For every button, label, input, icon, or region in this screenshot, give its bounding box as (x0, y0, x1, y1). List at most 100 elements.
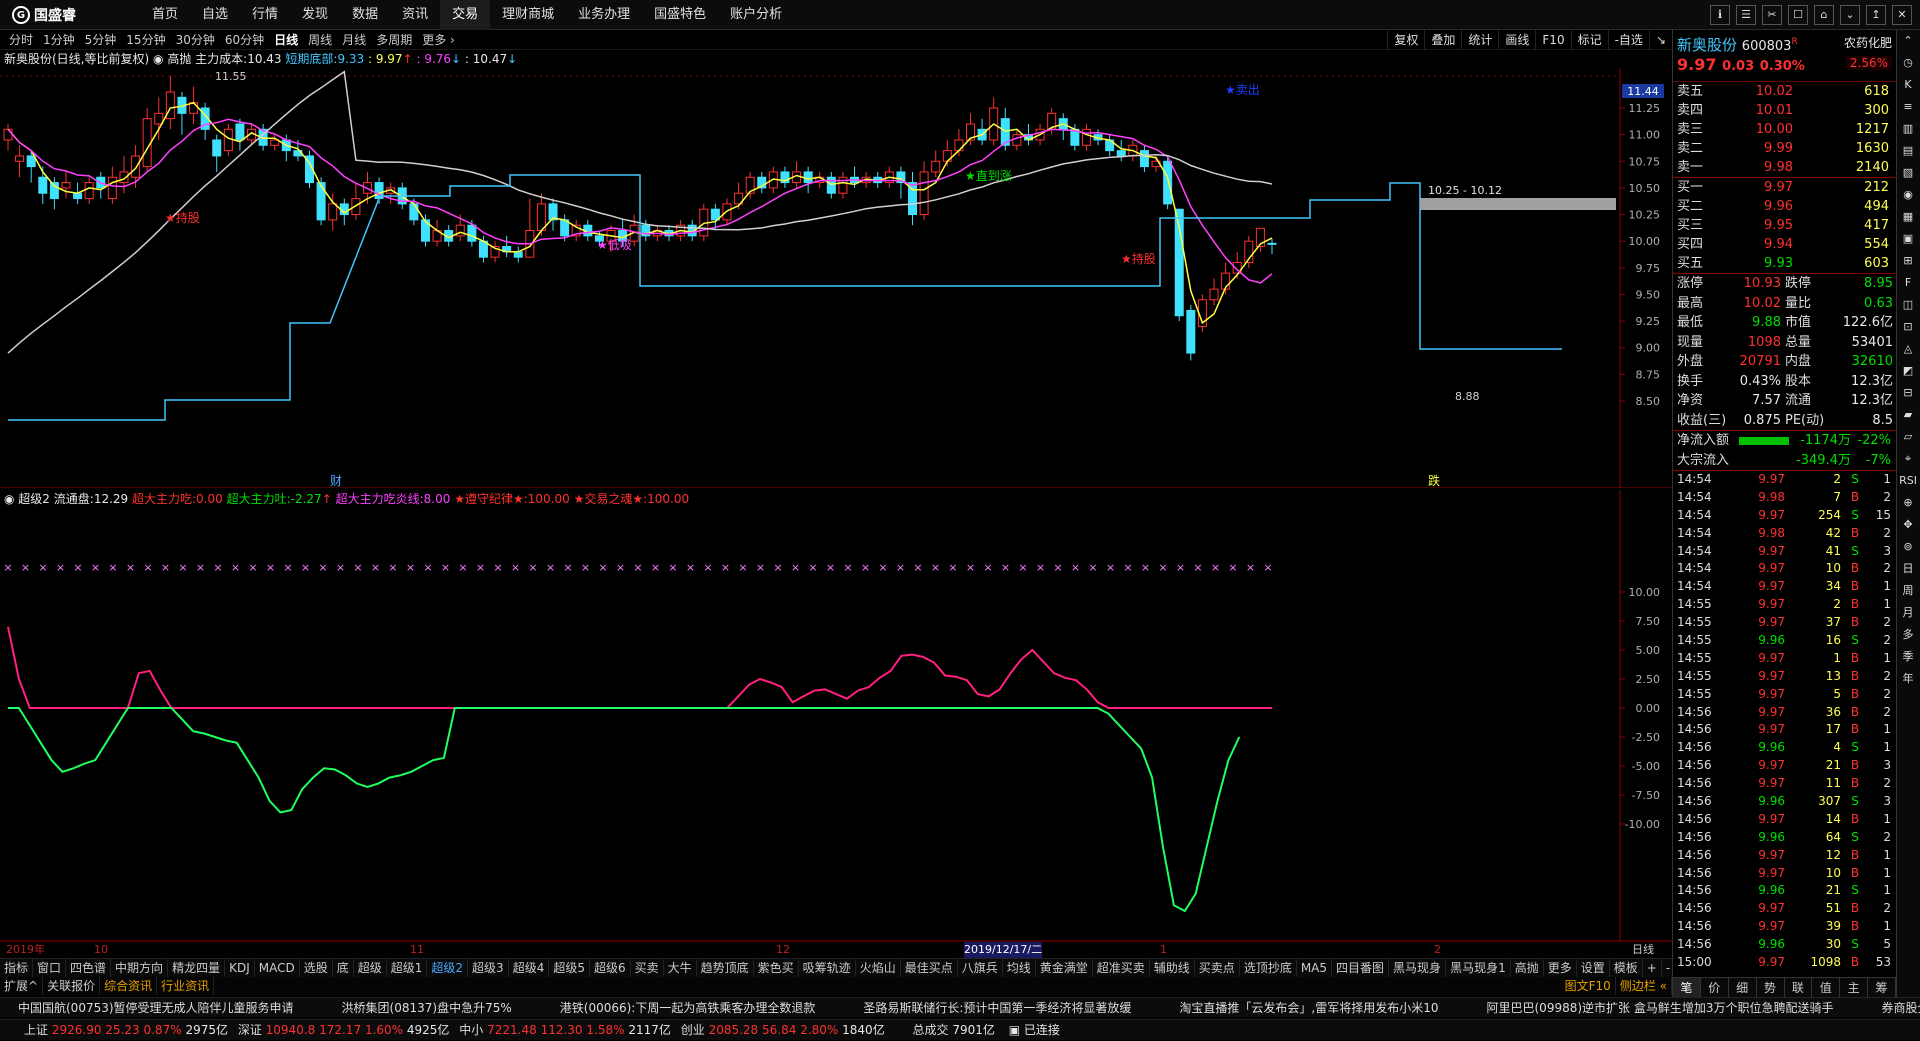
indicator-tab[interactable]: 趋势顶底 (697, 959, 754, 977)
indicator-tab[interactable]: 四色谱 (66, 959, 111, 977)
panel-tab[interactable]: 联 (1785, 978, 1813, 997)
window-button-icon[interactable]: ☐ (1788, 5, 1808, 25)
news-item[interactable]: 港铁(00066):下周一起为高铁乘客办理全数退款 (560, 1001, 816, 1015)
menu-item[interactable]: 理财商城 (490, 0, 566, 30)
finance-marker[interactable]: 财 (330, 474, 342, 488)
template-button[interactable]: + (1643, 959, 1662, 977)
period-tab[interactable]: 15分钟 (121, 32, 170, 48)
side-toggle-button[interactable]: 图文F10 (1561, 977, 1616, 995)
period-tab[interactable]: 更多 › (417, 32, 460, 48)
menu-item[interactable]: 交易 (440, 0, 490, 30)
index-sz-label[interactable]: 深证 (238, 1023, 262, 1037)
flow-row[interactable]: 净流入额-1174万-22% (1673, 431, 1896, 451)
template-button[interactable]: - (1662, 959, 1672, 977)
news-item[interactable]: 中国国航(00753)暂停受理无成人陪伴儿童服务申请 (18, 1001, 294, 1015)
indicator-tab[interactable]: 中期方向 (111, 959, 168, 977)
menu-item[interactable]: 资讯 (390, 0, 440, 30)
menu-item[interactable]: 首页 (140, 0, 190, 30)
menu-item[interactable]: 数据 (340, 0, 390, 30)
period-tab[interactable]: 1分钟 (38, 32, 80, 48)
indicator-tab[interactable]: 窗口 (33, 959, 66, 977)
indicator-tab[interactable]: 底 (333, 959, 354, 977)
side-tool-icon[interactable]: 季 (1897, 646, 1919, 668)
indicator-tab[interactable]: 八旗兵 (958, 959, 1003, 977)
side-tool-icon[interactable]: 年 (1897, 668, 1919, 690)
order-level[interactable]: 卖四10.01300 (1673, 101, 1896, 120)
window-button-icon[interactable]: ✂ (1762, 5, 1782, 25)
side-tool-icon[interactable]: 多 (1897, 624, 1919, 646)
indicator-tab[interactable]: 超级5 (549, 959, 590, 977)
period-tab[interactable]: 30分钟 (171, 32, 220, 48)
indicator-tab[interactable]: 买卖点 (1195, 959, 1240, 977)
period-tab[interactable]: 周线 (303, 32, 337, 48)
side-tool-icon[interactable]: ▰ (1897, 404, 1919, 426)
side-tool-icon[interactable]: 月 (1897, 602, 1919, 624)
side-tool-icon[interactable]: ⊕ (1897, 492, 1919, 514)
period-tab[interactable]: 5分钟 (80, 32, 122, 48)
ext-tab[interactable]: 行业资讯 (157, 977, 214, 995)
side-tool-icon[interactable]: RSI (1897, 470, 1919, 492)
toolbar-button[interactable]: 统计 (1461, 30, 1498, 50)
period-tab[interactable]: 60分钟 (220, 32, 269, 48)
indicator-name[interactable]: 高抛 (167, 52, 191, 66)
side-tool-icon[interactable]: ◩ (1897, 360, 1919, 382)
news-item[interactable]: 洪桥集团(08137)盘中急升75% (342, 1001, 512, 1015)
window-button-icon[interactable]: ✕ (1892, 5, 1912, 25)
order-level[interactable]: 买四9.94554 (1673, 235, 1896, 254)
toolbar-button[interactable]: 叠加 (1424, 30, 1461, 50)
indicator-tab[interactable]: 超级3 (468, 959, 509, 977)
indicator-tab[interactable]: 选股 (300, 959, 333, 977)
news-item[interactable]: 阿里巴巴(09988)逆市扩张 盒马鲜生增加3万个职位急聘配送骑手 (1487, 1001, 1834, 1015)
side-tool-icon[interactable]: ✥ (1897, 514, 1919, 536)
indicator-title[interactable]: 超级2 (18, 492, 50, 506)
toolbar-button[interactable]: ↘ (1649, 30, 1672, 50)
order-level[interactable]: 买二9.96494 (1673, 197, 1896, 216)
side-tool-icon[interactable]: ⊟ (1897, 382, 1919, 404)
panel-tab[interactable]: 价 (1701, 978, 1729, 997)
drop-marker[interactable]: 跌 (1428, 473, 1440, 488)
side-tool-icon[interactable]: ▧ (1897, 162, 1919, 184)
panel-tab[interactable]: 主 (1840, 978, 1868, 997)
period-tab[interactable]: 日线 (269, 32, 303, 48)
indicator-tab[interactable]: 黑马现身1 (1446, 959, 1511, 977)
menu-item[interactable]: 账户分析 (718, 0, 794, 30)
index-zx-label[interactable]: 中小 (459, 1023, 483, 1037)
indicator-tab[interactable]: 吸筹轨迹 (799, 959, 856, 977)
order-level[interactable]: 卖三10.001217 (1673, 120, 1896, 139)
indicator-tab[interactable]: KDJ (225, 959, 255, 977)
indicator-chart[interactable]: 10.007.505.002.500.00-2.50-5.00-7.50-10.… (0, 490, 1672, 942)
period-tab[interactable]: 多周期 (371, 32, 417, 48)
indicator-tab[interactable]: 最佳买点 (901, 959, 958, 977)
panel-tab[interactable]: 值 (1812, 978, 1840, 997)
indicator-tab[interactable]: MA5 (1297, 959, 1332, 977)
panel-tab[interactable]: 笔 (1673, 978, 1701, 997)
app-logo[interactable]: G国盛睿 (12, 5, 76, 25)
window-button-icon[interactable]: ↥ (1866, 5, 1886, 25)
side-tool-icon[interactable]: ≡ (1897, 96, 1919, 118)
toolbar-button[interactable]: -自选 (1608, 30, 1649, 50)
indicator-tab[interactable]: 设置 (1577, 959, 1610, 977)
menu-item[interactable]: 国盛特色 (642, 0, 718, 30)
side-tool-icon[interactable]: ⌖ (1897, 448, 1919, 470)
side-tool-icon[interactable]: K (1897, 74, 1919, 96)
period-tab[interactable]: 分时 (4, 32, 38, 48)
toolbar-button[interactable]: 复权 (1387, 30, 1424, 50)
side-tool-icon[interactable]: ⌃ (1897, 30, 1919, 52)
indicator-tab[interactable]: 四目番图 (1332, 959, 1389, 977)
template-button[interactable]: 模板 (1610, 959, 1643, 977)
menu-item[interactable]: 业务办理 (566, 0, 642, 30)
toolbar-button[interactable]: 标记 (1571, 30, 1608, 50)
indicator-tab[interactable]: 高抛 (1511, 959, 1544, 977)
settings-icon[interactable]: ◉ (153, 52, 167, 66)
indicator-tab[interactable]: 紫色买 (754, 959, 799, 977)
indicator-tab[interactable]: 买卖 (631, 959, 664, 977)
side-tool-icon[interactable]: 日 (1897, 558, 1919, 580)
panel-tab[interactable]: 细 (1729, 978, 1757, 997)
side-tool-icon[interactable]: ◷ (1897, 52, 1919, 74)
indicator-tab[interactable]: 黄金满堂 (1036, 959, 1093, 977)
side-tool-icon[interactable]: ⊞ (1897, 250, 1919, 272)
indicator-tab[interactable]: 精龙四量 (168, 959, 225, 977)
order-level[interactable]: 卖一9.982140 (1673, 158, 1896, 177)
side-tool-icon[interactable]: ◉ (1897, 184, 1919, 206)
side-tool-icon[interactable]: ◬ (1897, 338, 1919, 360)
